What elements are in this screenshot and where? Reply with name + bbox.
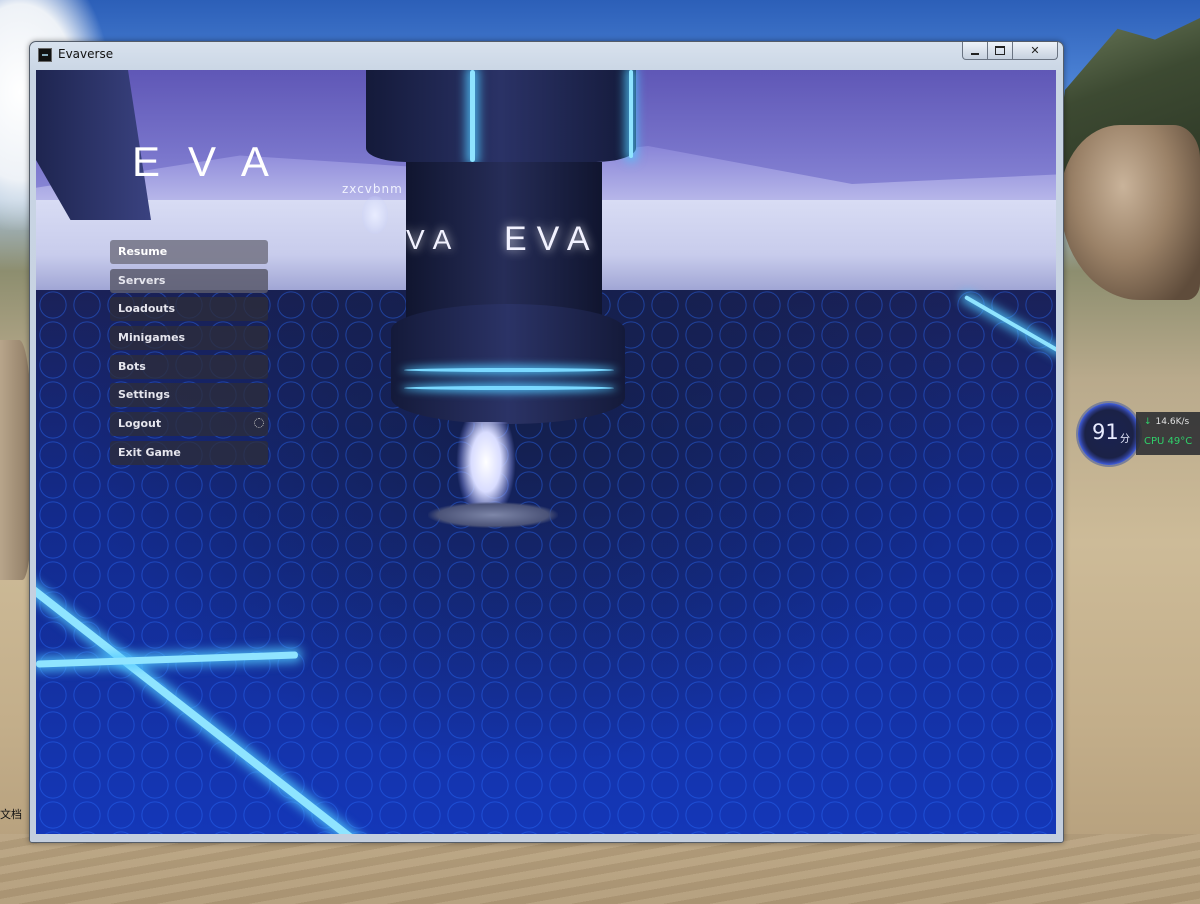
download-arrow-icon: ↓ xyxy=(1144,417,1152,427)
tower-ring-upper xyxy=(404,368,614,372)
menu-logout-button[interactable]: Logout xyxy=(110,412,268,437)
loading-cursor-icon xyxy=(254,418,264,429)
player-nametag: zxcvbnm xyxy=(342,182,403,196)
monitor-panel: ↓ 14.6K/s CPU 49°C xyxy=(1136,412,1200,455)
tower-light-right xyxy=(629,70,633,158)
maximize-icon xyxy=(995,46,1005,55)
desktop-icon-label[interactable]: 文档 xyxy=(0,806,22,822)
tower-logo-left: VA xyxy=(406,224,462,255)
game-viewport[interactable]: VA EVA zxcvbnm EVA Resume Servers Loadou… xyxy=(36,70,1056,834)
remote-player xyxy=(362,196,388,234)
minimize-button[interactable] xyxy=(962,42,988,60)
score-value: 91 xyxy=(1092,420,1119,444)
menu-servers-button[interactable]: Servers xyxy=(110,268,268,293)
network-speed-value: 14.6K/s xyxy=(1155,417,1190,427)
menu-logout-label: Logout xyxy=(118,417,162,431)
menu-settings-button[interactable]: Settings xyxy=(110,383,268,408)
pause-menu: Resume Servers Loadouts Minigames Bots S… xyxy=(110,240,268,470)
maximize-button[interactable] xyxy=(988,42,1013,60)
window-title: Evaverse xyxy=(58,47,114,61)
network-speed: ↓ 14.6K/s xyxy=(1144,417,1189,427)
menu-resume-button[interactable]: Resume xyxy=(110,240,268,264)
tower-ring-lower xyxy=(404,386,614,390)
close-button[interactable]: ✕ xyxy=(1013,42,1058,60)
menu-loadouts-button[interactable]: Loadouts xyxy=(110,297,268,322)
tower-top xyxy=(366,70,636,162)
menu-bots-button[interactable]: Bots xyxy=(110,354,268,379)
cpu-temperature: CPU 49°C xyxy=(1144,436,1193,447)
wallpaper-rock xyxy=(1060,125,1200,300)
game-logo: EVA xyxy=(132,138,297,185)
menu-minigames-button[interactable]: Minigames xyxy=(110,326,268,351)
system-monitor-widget[interactable]: 91 分 ↓ 14.6K/s CPU 49°C xyxy=(1078,403,1200,467)
tower-logo-right: EVA xyxy=(504,220,600,258)
minimize-icon xyxy=(971,52,979,55)
app-window: Evaverse ✕ VA EVA zxcvbnm EVA Resume Ser… xyxy=(29,41,1064,843)
score-unit: 分 xyxy=(1120,434,1130,445)
wallpaper-rock-left xyxy=(0,340,32,580)
tower-base xyxy=(391,304,625,424)
title-bar[interactable]: Evaverse ✕ xyxy=(30,42,1063,69)
tower-light-left xyxy=(470,70,475,162)
score-gauge[interactable]: 91 分 xyxy=(1078,403,1140,465)
hoverboard xyxy=(428,502,558,528)
window-controls: ✕ xyxy=(962,42,1058,61)
app-icon[interactable] xyxy=(38,48,52,62)
wallpaper-sand xyxy=(0,834,1200,904)
menu-exit-game-button[interactable]: Exit Game xyxy=(110,440,268,465)
close-icon: ✕ xyxy=(1030,44,1040,57)
